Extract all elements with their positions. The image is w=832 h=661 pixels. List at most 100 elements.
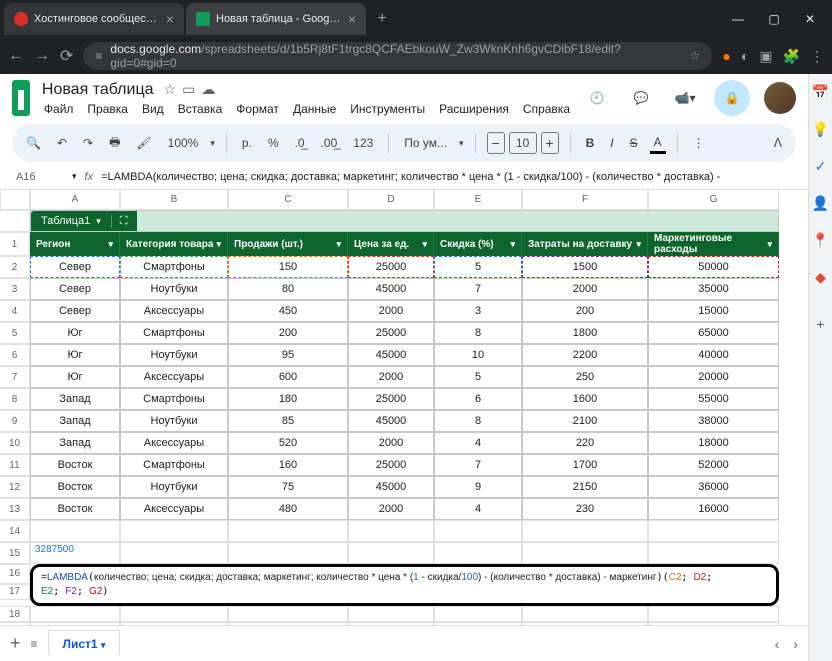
cell[interactable]: 25000: [348, 256, 434, 278]
row-header-11[interactable]: 11: [0, 454, 30, 476]
cell[interactable]: [228, 606, 348, 622]
share-button[interactable]: 🔒: [714, 80, 750, 116]
menu-help[interactable]: Справка: [523, 102, 570, 116]
cell[interactable]: [522, 542, 648, 564]
cell[interactable]: [348, 622, 434, 625]
row-header-18[interactable]: 18: [0, 606, 30, 622]
cell[interactable]: Запад: [30, 410, 120, 432]
history-icon[interactable]: 🕘: [582, 83, 612, 113]
cell[interactable]: [522, 606, 648, 622]
cell[interactable]: Юг: [30, 366, 120, 388]
col-header-B[interactable]: B: [120, 190, 228, 210]
menu-extensions[interactable]: Расширения: [439, 102, 509, 116]
menu-file[interactable]: Файл: [44, 102, 74, 116]
row-header-16[interactable]: 16: [0, 564, 30, 584]
all-sheets-icon[interactable]: ≡: [31, 637, 38, 651]
cell[interactable]: 16000: [648, 498, 779, 520]
cell[interactable]: 520: [228, 432, 348, 454]
chevron-down-icon[interactable]: ▾: [459, 138, 464, 149]
cell[interactable]: 20000: [648, 366, 779, 388]
inc-decimals-button[interactable]: .00̲: [317, 134, 342, 152]
move-doc-icon[interactable]: ▭: [182, 81, 195, 98]
cell[interactable]: 3: [434, 300, 522, 322]
table-header[interactable]: Цена за ед.▾: [348, 232, 434, 256]
table-header[interactable]: Регион▾: [30, 232, 120, 256]
menu-view[interactable]: Вид: [142, 102, 164, 116]
cell[interactable]: 600: [228, 366, 348, 388]
cell[interactable]: 4: [434, 498, 522, 520]
cell[interactable]: Аксессуары: [120, 432, 228, 454]
row-header-14[interactable]: 14: [0, 520, 30, 542]
undo-icon[interactable]: ↶: [53, 134, 71, 152]
chevron-down-icon[interactable]: ▾: [210, 138, 215, 149]
cell[interactable]: 160: [228, 454, 348, 476]
cell[interactable]: 480: [228, 498, 348, 520]
cell[interactable]: 1500: [522, 256, 648, 278]
name-box[interactable]: A16: [12, 171, 72, 183]
cell[interactable]: 52000: [648, 454, 779, 476]
row-header-1[interactable]: 1: [0, 232, 30, 256]
cell[interactable]: 220: [522, 432, 648, 454]
cell[interactable]: 4: [434, 432, 522, 454]
cell[interactable]: 7: [434, 278, 522, 300]
cell[interactable]: 7: [434, 454, 522, 476]
row-header-5[interactable]: 5: [0, 322, 30, 344]
row-header-9[interactable]: 9: [0, 410, 30, 432]
cell[interactable]: Север: [30, 278, 120, 300]
cell[interactable]: [434, 622, 522, 625]
cell[interactable]: 2150: [522, 476, 648, 498]
table-name-chip[interactable]: Таблица1 ▾⛶: [31, 211, 137, 231]
addon-icon[interactable]: ◆: [815, 269, 826, 286]
cell[interactable]: Ноутбуки: [120, 344, 228, 366]
more-icon[interactable]: ⋮: [689, 134, 709, 152]
cell[interactable]: 38000: [648, 410, 779, 432]
font-select[interactable]: По ум...: [400, 134, 451, 152]
cell[interactable]: 25000: [348, 388, 434, 410]
row-header-12[interactable]: 12: [0, 476, 30, 498]
cell[interactable]: [522, 520, 648, 542]
fontsize-input[interactable]: 10: [509, 132, 537, 154]
cell[interactable]: 65000: [648, 322, 779, 344]
new-tab-button[interactable]: +: [368, 5, 396, 33]
reload-icon[interactable]: ⟳: [60, 46, 73, 66]
dec-decimals-button[interactable]: .0̲: [291, 134, 309, 152]
avatar[interactable]: [764, 82, 796, 114]
menu-tools[interactable]: Инструменты: [350, 102, 425, 116]
cell[interactable]: [522, 622, 648, 625]
cell[interactable]: [648, 606, 779, 622]
cell[interactable]: 2200: [522, 344, 648, 366]
cell[interactable]: Смартфоны: [120, 256, 228, 278]
col-header-E[interactable]: E: [434, 190, 522, 210]
cell[interactable]: Аксессуары: [120, 300, 228, 322]
cell[interactable]: 75: [228, 476, 348, 498]
cell[interactable]: [120, 606, 228, 622]
cell[interactable]: Смартфоны: [120, 322, 228, 344]
row-header-10[interactable]: 10: [0, 432, 30, 454]
col-header-F[interactable]: F: [522, 190, 648, 210]
cell[interactable]: [228, 542, 348, 564]
cell[interactable]: 36000: [648, 476, 779, 498]
cell[interactable]: 1800: [522, 322, 648, 344]
cell[interactable]: 1700: [522, 454, 648, 476]
cell[interactable]: 2000: [348, 300, 434, 322]
cell[interactable]: 45000: [348, 410, 434, 432]
row-header-3[interactable]: 3: [0, 278, 30, 300]
menu-edit[interactable]: Правка: [87, 102, 128, 116]
address-bar[interactable]: ≡ docs.google.com/spreadsheets/d/1b5Rj8t…: [83, 42, 712, 70]
menu-data[interactable]: Данные: [293, 102, 336, 116]
cell[interactable]: [30, 622, 120, 625]
cell[interactable]: 230: [522, 498, 648, 520]
back-icon[interactable]: ←: [8, 47, 24, 65]
cell[interactable]: 180: [228, 388, 348, 410]
site-info-icon[interactable]: ≡: [95, 49, 102, 63]
tab2-close-icon[interactable]: ×: [348, 11, 356, 27]
cell[interactable]: 150: [228, 256, 348, 278]
cell[interactable]: [228, 520, 348, 542]
cell[interactable]: 200: [522, 300, 648, 322]
fontsize-plus[interactable]: +: [541, 132, 559, 154]
cell[interactable]: 5: [434, 366, 522, 388]
table-header[interactable]: Скидка (%)▾: [434, 232, 522, 256]
cell[interactable]: Аксессуары: [120, 366, 228, 388]
cell[interactable]: Ноутбуки: [120, 476, 228, 498]
cell[interactable]: 2000: [348, 432, 434, 454]
